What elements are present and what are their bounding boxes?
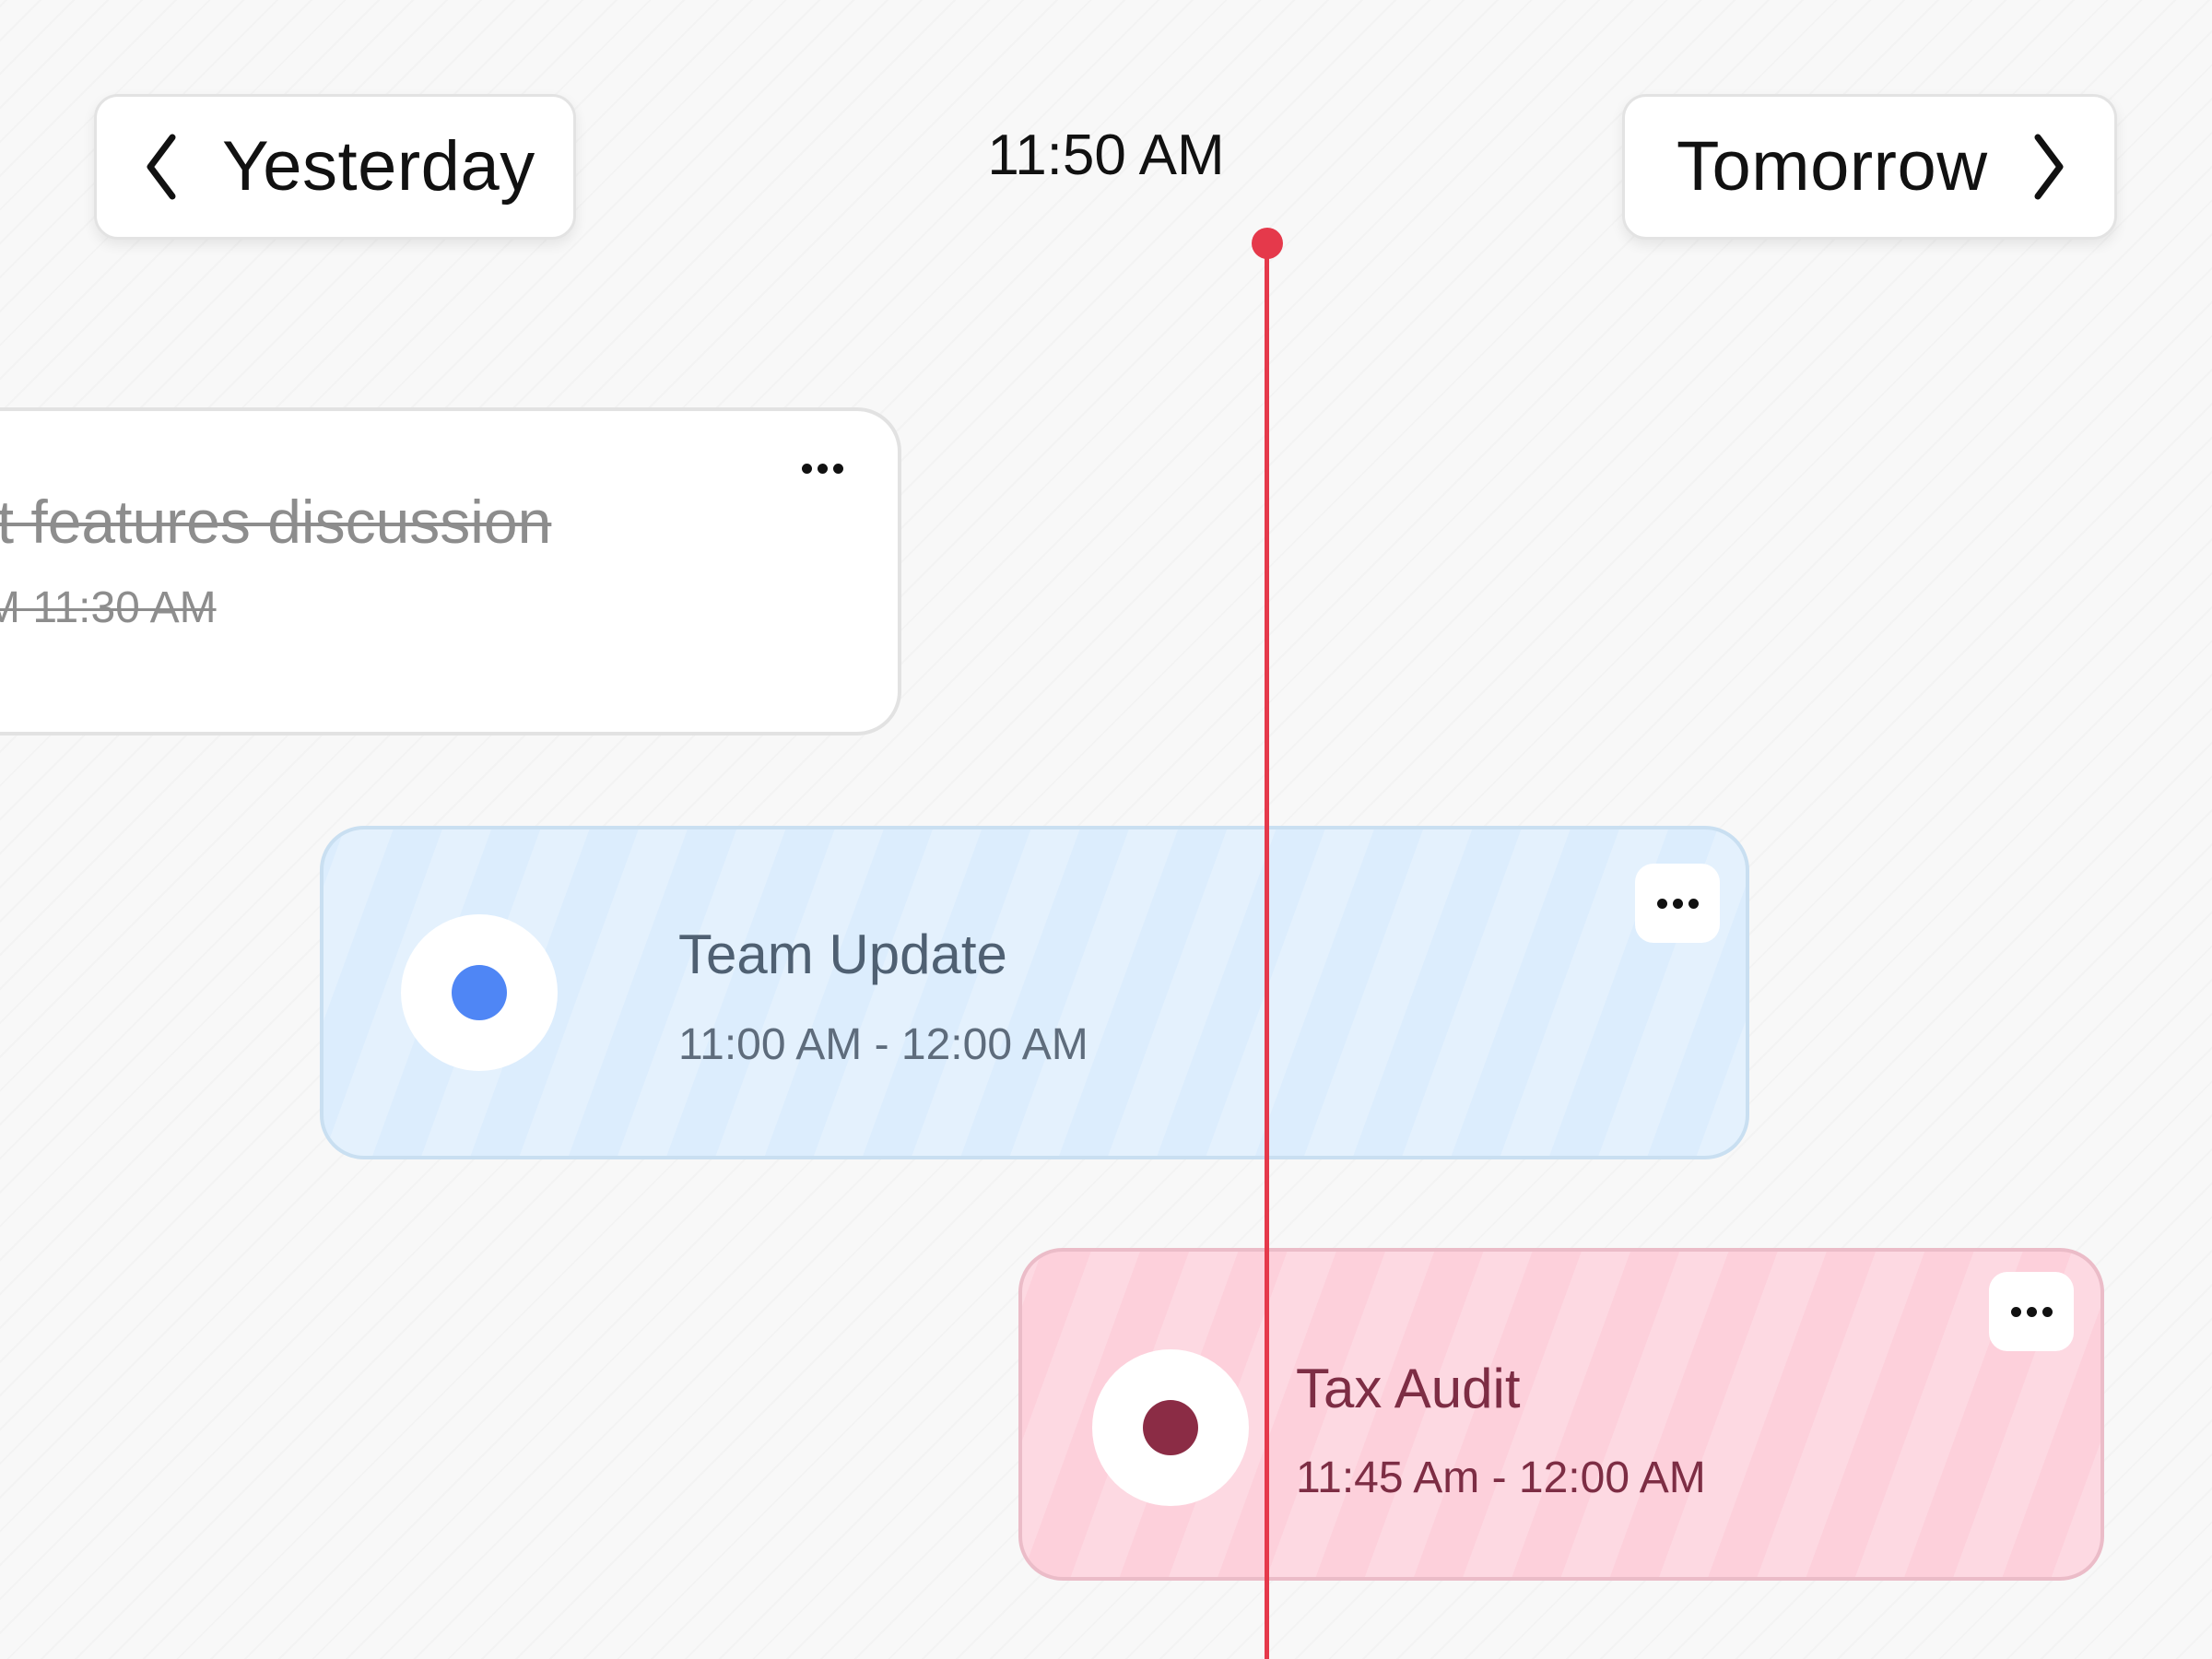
event-title-team-update: Team Update bbox=[678, 924, 1007, 985]
more-dots-icon bbox=[2010, 1306, 2053, 1317]
chevron-left-icon bbox=[143, 132, 180, 202]
current-time-label: 11:50 AM bbox=[987, 124, 1225, 187]
more-options-button-tax-audit[interactable] bbox=[1989, 1272, 2074, 1351]
chevron-right-icon bbox=[2030, 132, 2067, 202]
yesterday-label: Yesterday bbox=[222, 127, 535, 206]
more-dots-icon bbox=[1656, 898, 1699, 909]
more-dots-icon bbox=[801, 463, 843, 474]
yesterday-button[interactable]: Yesterday bbox=[94, 94, 576, 240]
event-status-icon bbox=[401, 914, 558, 1071]
event-title-completed: et features discussion bbox=[0, 488, 552, 556]
tomorrow-button[interactable]: Tomorrow bbox=[1622, 94, 2117, 240]
current-time-indicator-line bbox=[1265, 243, 1269, 1659]
event-time-team-update: 11:00 AM - 12:00 AM bbox=[678, 1020, 1088, 1069]
event-status-icon bbox=[1092, 1349, 1249, 1506]
event-time-completed: M 11:30 AM bbox=[0, 583, 217, 632]
status-dot-icon bbox=[452, 965, 507, 1020]
event-card-completed[interactable] bbox=[0, 407, 901, 735]
event-title-tax-audit: Tax Audit bbox=[1296, 1358, 1521, 1419]
more-options-button-completed[interactable] bbox=[785, 450, 859, 487]
more-options-button-team-update[interactable] bbox=[1635, 864, 1720, 943]
event-time-tax-audit: 11:45 Am - 12:00 AM bbox=[1296, 1453, 1706, 1502]
status-dot-icon bbox=[1143, 1400, 1198, 1455]
tomorrow-label: Tomorrow bbox=[1677, 127, 1988, 206]
